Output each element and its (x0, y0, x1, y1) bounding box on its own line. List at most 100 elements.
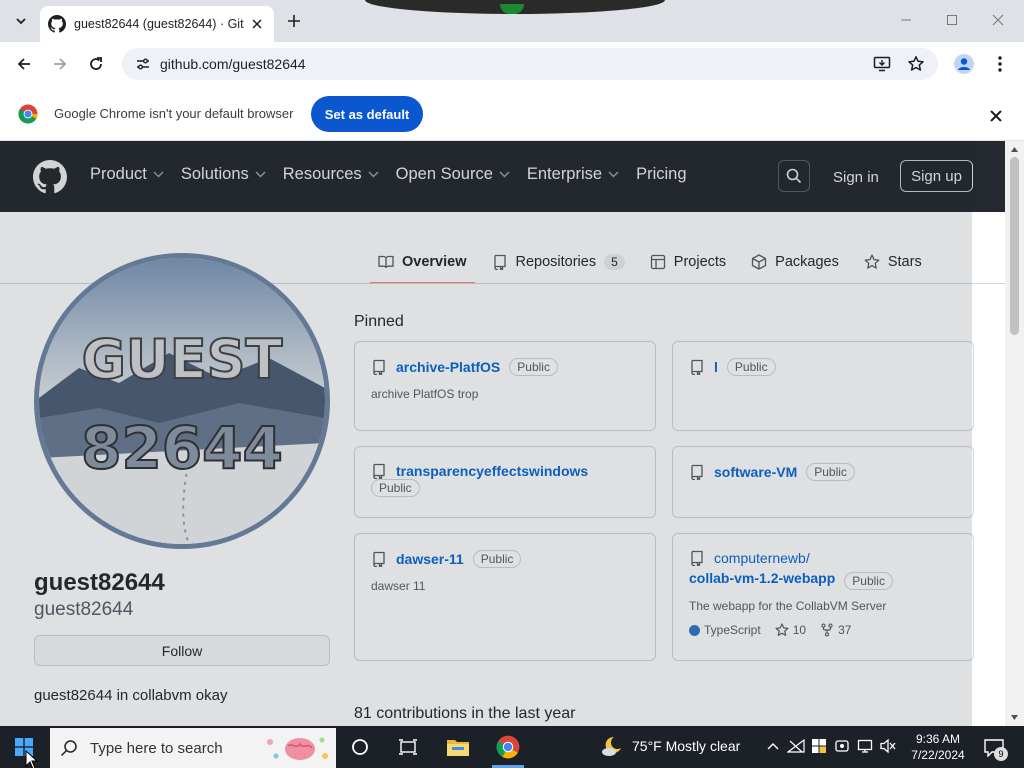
repo-link[interactable]: dawser-11 (396, 551, 464, 567)
chrome-taskbar-button[interactable] (493, 732, 523, 762)
pinned-heading: Pinned (354, 313, 404, 330)
set-as-default-button[interactable]: Set as default (311, 96, 423, 132)
github-logo-icon[interactable] (33, 160, 67, 194)
repo-owner-link[interactable]: computernewb/ (714, 550, 810, 566)
tab-projects[interactable]: Projects (642, 241, 734, 283)
nav-pricing[interactable]: Pricing (636, 165, 686, 184)
repo-icon (373, 359, 385, 375)
chevron-down-icon (255, 171, 266, 178)
network-disconnected-icon[interactable] (787, 736, 805, 756)
package-icon (752, 254, 767, 270)
language-label: TypeScript (704, 623, 761, 637)
repo-meta: TypeScript 10 37 (689, 623, 957, 637)
new-tab-button[interactable] (282, 9, 306, 33)
default-browser-infobar: Google Chrome isn't your default browser… (0, 86, 1024, 141)
show-hidden-icons-icon[interactable] (764, 736, 782, 756)
search-icon (60, 740, 77, 757)
minimize-button[interactable] (886, 6, 926, 34)
chrome-menu-button[interactable] (986, 50, 1014, 78)
repositories-count-badge: 5 (604, 254, 625, 270)
tab-label: Overview (402, 254, 467, 270)
page-scrollbar[interactable] (1005, 141, 1024, 726)
address-bar[interactable]: github.com/guest82644 (122, 48, 938, 80)
search-highlight-brain-icon (267, 737, 328, 760)
taskbar-clock[interactable]: 9:36 AM 7/22/2024 (906, 731, 970, 763)
notification-count-badge: 9 (994, 747, 1008, 761)
follow-button[interactable]: Follow (34, 635, 330, 666)
pinned-repo-card: transparencyeffectswindows Public (354, 446, 656, 518)
github-search-button[interactable] (778, 160, 810, 192)
security-shield-icon[interactable] (810, 736, 828, 756)
nav-product[interactable]: Product (90, 165, 164, 184)
action-center-button[interactable]: 9 (982, 736, 1008, 761)
repo-link[interactable]: transparencyeffectswindows (396, 463, 588, 479)
device-icon[interactable] (833, 736, 851, 756)
nav-enterprise[interactable]: Enterprise (527, 165, 619, 184)
search-icon (786, 168, 802, 184)
tab-search-button[interactable] (8, 8, 34, 34)
tab-close-icon[interactable] (248, 15, 266, 33)
github-header: Product Solutions Resources Open Source … (0, 141, 1005, 212)
nav-label: Product (90, 165, 147, 183)
repo-icon (691, 550, 703, 566)
profile-button[interactable] (950, 50, 978, 78)
repo-description: dawser 11 (371, 579, 426, 593)
back-button[interactable] (10, 50, 38, 78)
repo-description: The webapp for the CollabVM Server (689, 599, 887, 613)
pinned-repo-card: computernewb/collab-vm-1.2-webapp Public… (672, 533, 974, 661)
repo-forks-link[interactable]: 37 (820, 623, 851, 637)
weather-widget[interactable]: 75°F Mostly clear (600, 734, 740, 758)
install-app-icon[interactable] (870, 52, 894, 76)
nav-open-source[interactable]: Open Source (396, 165, 510, 184)
tab-packages[interactable]: Packages (743, 241, 847, 283)
tab-overview[interactable]: Overview (370, 241, 475, 284)
more-vertical-icon (998, 56, 1002, 72)
scroll-up-icon[interactable] (1010, 145, 1019, 154)
sign-in-link[interactable]: Sign in (833, 169, 879, 186)
taskbar-search-box[interactable]: Type here to search (50, 728, 336, 768)
browser-tab[interactable]: guest82644 (guest82644) · GitHub (40, 6, 274, 42)
scroll-down-icon[interactable] (1010, 713, 1019, 722)
repo-link[interactable]: archive-PlatfOS (396, 359, 500, 375)
repo-link[interactable]: collab-vm-1.2-webapp (689, 570, 835, 586)
repo-link[interactable]: l (714, 359, 718, 375)
file-explorer-button[interactable] (443, 732, 473, 762)
nav-solutions[interactable]: Solutions (181, 165, 266, 184)
forward-button[interactable] (46, 50, 74, 78)
chevron-down-icon (499, 171, 510, 178)
forks-count: 37 (838, 623, 852, 637)
maximize-button[interactable] (932, 6, 972, 34)
volume-muted-icon[interactable] (879, 736, 897, 756)
plus-icon (288, 15, 300, 27)
tab-stars[interactable]: Stars (856, 241, 930, 283)
maximize-icon (947, 15, 957, 25)
visibility-badge: Public (509, 358, 558, 376)
repo-link[interactable]: software-VM (714, 464, 797, 480)
language-color-dot (689, 624, 700, 636)
bookmark-star-icon[interactable] (904, 52, 928, 76)
nav-label: Pricing (636, 165, 687, 183)
display-icon[interactable] (856, 736, 874, 756)
arrow-right-icon (54, 58, 67, 70)
star-icon (775, 623, 789, 636)
cortana-button[interactable] (345, 732, 375, 762)
close-window-button[interactable] (978, 6, 1018, 34)
visibility-badge: Public (371, 479, 420, 497)
task-view-button[interactable] (393, 732, 423, 762)
avatar[interactable]: GUEST 82644 (34, 253, 330, 549)
repo-stars-link[interactable]: 10 (775, 623, 806, 637)
site-info-icon[interactable] (132, 53, 154, 75)
scrollbar-thumb[interactable] (1010, 157, 1019, 335)
reload-button[interactable] (82, 50, 110, 78)
close-icon (992, 14, 1004, 26)
nav-resources[interactable]: Resources (283, 165, 379, 184)
nav-label: Enterprise (526, 165, 603, 183)
chevron-down-icon (368, 171, 379, 178)
clock-time: 9:36 AM (915, 732, 961, 746)
repo-icon (373, 463, 385, 479)
github-favicon-icon (48, 15, 66, 33)
infobar-close-icon[interactable] (984, 104, 1008, 128)
sign-up-button[interactable]: Sign up (900, 160, 973, 192)
tab-repositories[interactable]: Repositories 5 (484, 241, 633, 283)
start-button[interactable] (0, 726, 48, 768)
